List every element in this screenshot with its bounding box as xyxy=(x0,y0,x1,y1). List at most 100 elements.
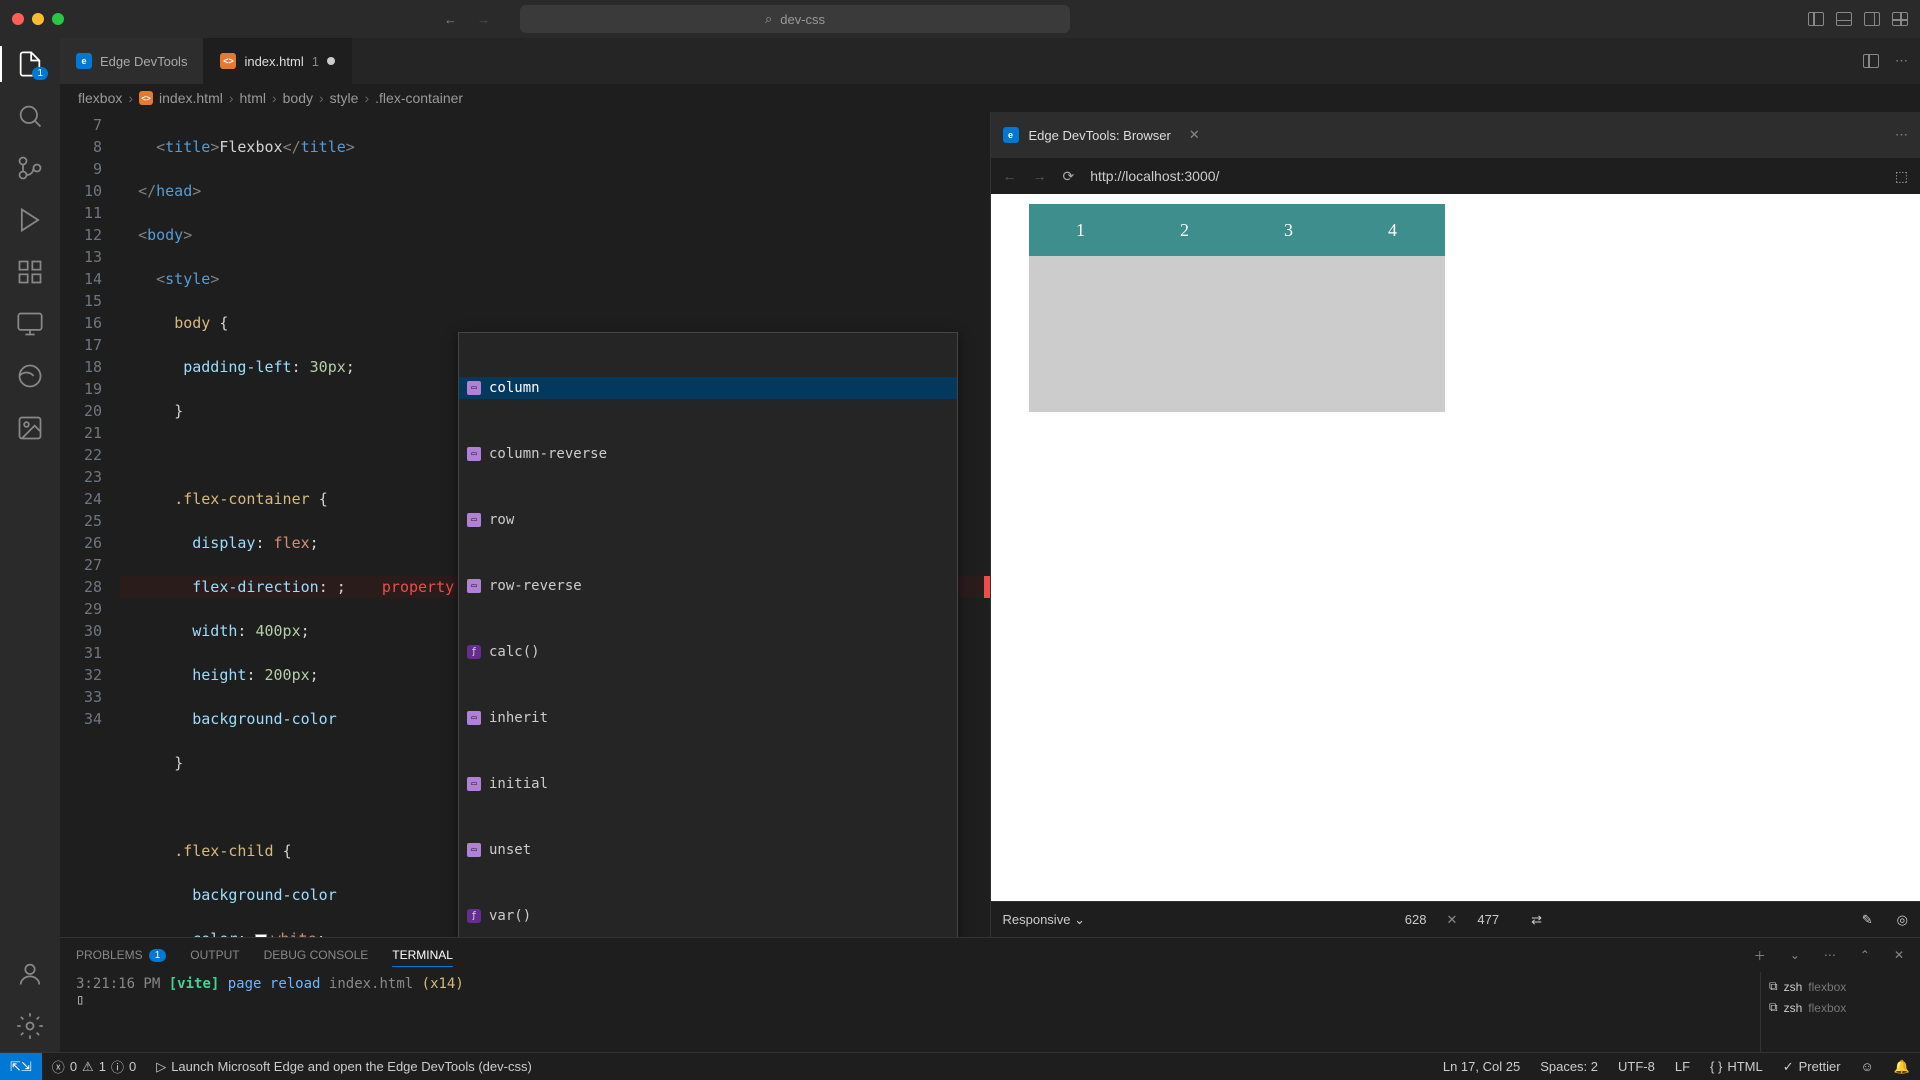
explorer-badge: 1 xyxy=(32,67,48,80)
tab-debug-console[interactable]: DEBUG CONSOLE xyxy=(264,948,369,962)
autocomplete-item[interactable]: ƒvar() xyxy=(459,905,957,927)
crumb[interactable]: .flex-container xyxy=(375,90,463,106)
tab-label: Edge DevTools xyxy=(100,54,187,69)
status-language[interactable]: { } HTML xyxy=(1700,1059,1773,1074)
tab-terminal[interactable]: TERMINAL xyxy=(392,948,453,967)
more-icon[interactable]: ⋯ xyxy=(1824,948,1836,962)
remote-icon: ⇱⇲ xyxy=(10,1059,32,1075)
autocomplete-item[interactable]: ▭inherit xyxy=(459,707,957,729)
maximize-window[interactable] xyxy=(52,13,64,25)
warning-icon: ⚠ xyxy=(82,1059,94,1075)
browser-tab[interactable]: e Edge DevTools: Browser ✕ ⋯ xyxy=(991,112,1920,158)
target-icon[interactable]: ◎ xyxy=(1897,912,1908,928)
titlebar: ← → ⌕ dev-css xyxy=(0,0,1920,38)
tab-devtools[interactable]: e Edge DevTools xyxy=(60,38,204,84)
value-icon: ▭ xyxy=(467,711,481,725)
toggle-secondary-icon[interactable] xyxy=(1864,12,1880,26)
settings-icon[interactable] xyxy=(16,1012,44,1040)
device-mode[interactable]: Responsive ⌄ xyxy=(1003,912,1085,928)
status-errors[interactable]: ⓧ0 ⚠1 ⓘ0 xyxy=(42,1057,146,1076)
value-icon: ▭ xyxy=(467,447,481,461)
flex-child: 3 xyxy=(1237,204,1341,256)
autocomplete-item[interactable]: ▭initial xyxy=(459,773,957,795)
close-window[interactable] xyxy=(12,13,24,25)
search-activity-icon[interactable] xyxy=(16,102,44,130)
activity-bar: 1 xyxy=(0,38,60,1052)
nav-forward-icon[interactable]: → xyxy=(477,12,490,27)
terminal-list: ⧉ zsh flexbox ⧉ zsh flexbox xyxy=(1760,972,1920,1052)
split-editor-icon[interactable] xyxy=(1863,54,1879,68)
rotate-icon[interactable]: ⇄ xyxy=(1531,912,1542,928)
browser-tab-label: Edge DevTools: Browser xyxy=(1029,128,1171,143)
autocomplete-item[interactable]: ▭column xyxy=(459,377,957,399)
device-toolbar: Responsive ⌄ 628 ✕ 477 ⇄ ✎ ◎ xyxy=(991,901,1920,937)
value-icon: ▭ xyxy=(467,381,481,395)
status-prettier[interactable]: ✓ Prettier xyxy=(1773,1059,1851,1075)
terminal-icon: ⧉ xyxy=(1769,979,1778,994)
tab-index-html[interactable]: <> index.html 1 xyxy=(204,38,351,84)
status-indent[interactable]: Spaces: 2 xyxy=(1530,1059,1608,1074)
status-launch[interactable]: ▷ Launch Microsoft Edge and open the Edg… xyxy=(146,1059,542,1075)
viewport-height[interactable]: 477 xyxy=(1477,912,1499,927)
code-editor[interactable]: 7891011121314151617181920212223242526272… xyxy=(60,112,990,937)
value-icon: ▭ xyxy=(467,777,481,791)
status-cursor[interactable]: Ln 17, Col 25 xyxy=(1433,1059,1530,1074)
toggle-panel-icon[interactable] xyxy=(1836,12,1852,26)
explorer-icon[interactable]: 1 xyxy=(16,50,44,78)
flex-child: 2 xyxy=(1133,204,1237,256)
edge-icon[interactable] xyxy=(16,362,44,390)
close-tab-icon[interactable]: ✕ xyxy=(1189,127,1200,143)
braces-icon: { } xyxy=(1710,1059,1722,1074)
account-icon[interactable] xyxy=(16,960,44,988)
nav-back-icon[interactable]: ← xyxy=(444,12,457,27)
autocomplete-item[interactable]: ▭unset xyxy=(459,839,957,861)
autocomplete-item[interactable]: ƒcalc() xyxy=(459,641,957,663)
browser-back-icon[interactable]: ← xyxy=(1003,168,1017,184)
close-panel-icon[interactable]: ✕ xyxy=(1894,948,1904,962)
edit-icon[interactable]: ✎ xyxy=(1862,912,1873,928)
crumb[interactable]: flexbox xyxy=(78,90,122,106)
terminal-cursor: ▯ xyxy=(76,992,1744,1008)
autocomplete-item[interactable]: ▭row-reverse xyxy=(459,575,957,597)
edge-tab-icon: e xyxy=(76,53,92,69)
customize-layout-icon[interactable] xyxy=(1892,12,1908,26)
breadcrumb[interactable]: flexbox› <> index.html› html› body› styl… xyxy=(60,84,1920,112)
terminal-instance[interactable]: ⧉ zsh flexbox xyxy=(1769,976,1912,997)
remote-button[interactable]: ⇱⇲ xyxy=(0,1053,42,1080)
browser-viewport[interactable]: 1 2 3 4 xyxy=(991,194,1920,901)
browser-url[interactable]: http://localhost:3000/ xyxy=(1090,168,1219,184)
status-feedback-icon[interactable]: ☺ xyxy=(1851,1059,1884,1074)
more-actions-icon[interactable]: ⋯ xyxy=(1895,127,1908,143)
crumb[interactable]: index.html xyxy=(159,90,223,106)
maximize-panel-icon[interactable]: ⌃ xyxy=(1860,948,1870,962)
code-content[interactable]: <title>Flexbox</title> </head> <body> <s… xyxy=(120,112,990,937)
crumb[interactable]: html xyxy=(240,90,266,106)
status-encoding[interactable]: UTF-8 xyxy=(1608,1059,1665,1074)
status-eol[interactable]: LF xyxy=(1665,1059,1700,1074)
autocomplete-item[interactable]: ▭row xyxy=(459,509,957,531)
autocomplete-item[interactable]: ▭column-reverse xyxy=(459,443,957,465)
crumb[interactable]: body xyxy=(283,90,313,106)
source-control-icon[interactable] xyxy=(16,154,44,182)
more-actions-icon[interactable]: ⋯ xyxy=(1895,53,1908,69)
run-debug-icon[interactable] xyxy=(16,206,44,234)
minimize-window[interactable] xyxy=(32,13,44,25)
tab-problems[interactable]: PROBLEMS 1 xyxy=(76,948,166,962)
terminal-dropdown-icon[interactable]: ⌄ xyxy=(1790,948,1800,962)
browser-forward-icon[interactable]: → xyxy=(1033,168,1047,184)
image-icon[interactable] xyxy=(16,414,44,442)
new-terminal-icon[interactable]: ＋ xyxy=(1754,947,1766,964)
status-bell-icon[interactable]: 🔔 xyxy=(1884,1059,1920,1075)
browser-reload-icon[interactable]: ⟳ xyxy=(1063,168,1075,185)
inspect-icon[interactable]: ⬚ xyxy=(1895,168,1908,185)
remote-icon[interactable] xyxy=(16,310,44,338)
extensions-icon[interactable] xyxy=(16,258,44,286)
terminal-instance[interactable]: ⧉ zsh flexbox xyxy=(1769,997,1912,1018)
crumb[interactable]: style xyxy=(330,90,359,106)
toggle-sidebar-icon[interactable] xyxy=(1808,12,1824,26)
tab-output[interactable]: OUTPUT xyxy=(190,948,239,962)
command-center[interactable]: ⌕ dev-css xyxy=(520,5,1070,33)
viewport-width[interactable]: 628 xyxy=(1405,912,1427,927)
editor-split: 7891011121314151617181920212223242526272… xyxy=(60,112,1920,937)
terminal-output[interactable]: 3:21:16 PM [vite] page reload index.html… xyxy=(60,972,1760,1052)
